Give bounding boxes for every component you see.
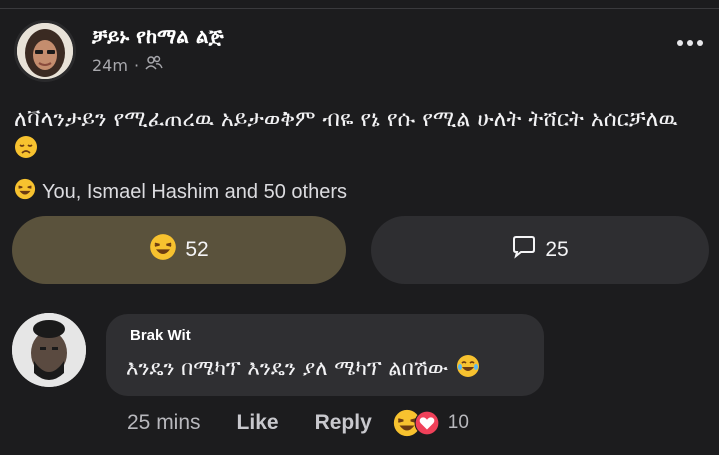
comment-actions: 25 mins Like Reply 10 [127, 408, 469, 438]
heart-icon [414, 410, 440, 436]
post-body: ለቫላንታይን የሚፈጠረዉ አይታወቅም ብዬ የኔ የሱ የሚል ሁለት ት… [14, 105, 704, 168]
more-options-icon[interactable] [677, 40, 703, 46]
like-button[interactable]: Like [237, 411, 279, 435]
comment-author[interactable]: Brak Wit [130, 327, 191, 344]
laughing-face-icon [149, 233, 177, 267]
post-author-name[interactable]: ቻይኑ የከማል ልጅ [92, 24, 224, 48]
comment-time[interactable]: 25 mins [127, 411, 201, 435]
comment-body: እንዴን በሜካፕ እንዴን ያለ ሜካፕ ልበሽው [126, 354, 480, 383]
laughing-face-icon [14, 178, 36, 206]
reactions-summary-text: You, Ismael Hashim and 50 others [42, 180, 347, 203]
comment-reaction-count: 10 [447, 412, 469, 433]
dot-separator: · [133, 55, 140, 75]
post-text: ለቫላንታይን የሚፈጠረዉ አይታወቅም ብዬ የኔ የሱ የሚል ሁለት ት… [14, 107, 678, 132]
comment-reactions[interactable] [392, 408, 440, 438]
reactions-summary[interactable]: You, Ismael Hashim and 50 others [14, 178, 347, 206]
comment-bubble: Brak Wit እንዴን በሜካፕ እንዴን ያለ ሜካፕ ልበሽው [106, 314, 544, 396]
commenter-avatar[interactable] [12, 313, 86, 387]
reply-button[interactable]: Reply [315, 411, 372, 435]
reaction-count: 52 [185, 238, 209, 261]
comment-count: 25 [545, 238, 569, 261]
comment-text: እንዴን በሜካፕ እንዴን ያለ ሜካፕ ልበሽው [126, 356, 449, 380]
comment-button[interactable]: 25 [371, 216, 709, 284]
friends-icon [145, 55, 163, 75]
top-divider [0, 8, 719, 9]
author-avatar[interactable] [14, 20, 76, 82]
post-meta: 24m · [92, 55, 163, 75]
disappointed-face-icon [14, 135, 38, 168]
tears-of-joy-icon [456, 354, 480, 383]
react-button[interactable]: 52 [12, 216, 346, 284]
post-time[interactable]: 24m [92, 56, 128, 75]
comment-bubble-icon [511, 235, 537, 265]
